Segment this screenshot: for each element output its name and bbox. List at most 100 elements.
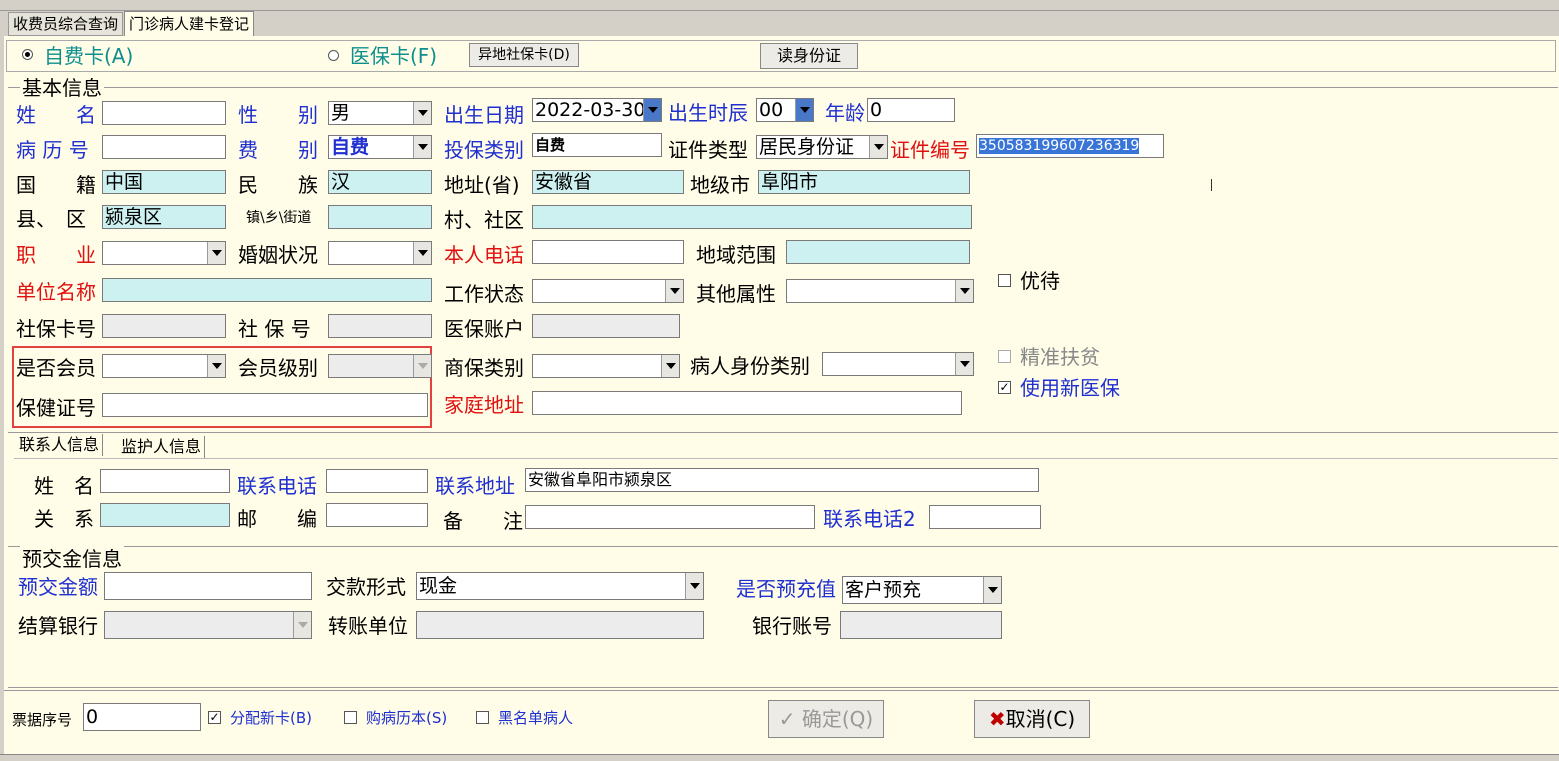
self-pay-label[interactable]: 自费卡(A): [44, 43, 133, 69]
health-cert-input[interactable]: [102, 393, 428, 417]
remote-social-card-button[interactable]: 异地社保卡(D): [469, 43, 579, 67]
chevron-down-icon[interactable]: [665, 280, 683, 302]
contact-addr-input[interactable]: 安徽省阜阳市颍泉区: [525, 468, 1039, 492]
patient-type-select[interactable]: [822, 352, 974, 376]
self-pay-radio[interactable]: [22, 49, 33, 60]
home-addr-input[interactable]: [532, 391, 962, 415]
city-input[interactable]: 阜阳市: [758, 170, 970, 194]
birth-date-picker[interactable]: 2022-03-30: [532, 98, 662, 122]
other-attr-select[interactable]: [786, 279, 974, 303]
new-insurance-label: 使用新医保: [1020, 376, 1120, 400]
home-addr-label: 家庭地址: [444, 393, 524, 417]
chevron-down-icon: [413, 355, 431, 377]
chevron-down-icon[interactable]: [643, 99, 661, 121]
contact-tabs-line: [8, 432, 1558, 433]
village-input[interactable]: [532, 205, 972, 229]
prepay-amount-input[interactable]: [104, 572, 312, 600]
id-no-input[interactable]: 350583199607236319: [976, 134, 1164, 158]
work-status-select[interactable]: [532, 279, 684, 303]
remark-input[interactable]: [525, 505, 815, 529]
nationality-input[interactable]: 中国: [102, 170, 226, 194]
postcode-label: 邮 编: [237, 507, 317, 531]
remark-label: 备 注: [443, 509, 523, 533]
gender-select[interactable]: 男: [328, 101, 432, 125]
chevron-down-icon[interactable]: [413, 242, 431, 264]
record-no-input[interactable]: [102, 135, 226, 159]
chevron-down-icon[interactable]: [685, 573, 703, 599]
preferential-label: 优待: [1020, 269, 1060, 293]
contact-phone-input[interactable]: [326, 469, 428, 493]
tab-guardian[interactable]: 监护人信息: [118, 436, 206, 458]
member-select[interactable]: [102, 354, 226, 378]
health-cert-label: 保健证号: [16, 396, 96, 420]
transfer-unit-label: 转账单位: [328, 614, 408, 638]
prepay-legend: 预交金信息: [20, 546, 124, 572]
medical-radio[interactable]: [328, 50, 339, 61]
commercial-select[interactable]: [532, 354, 680, 378]
company-input[interactable]: [102, 278, 432, 302]
cancel-button[interactable]: ✖取消(C): [974, 700, 1090, 738]
receipt-no-label: 票据序号: [12, 711, 73, 729]
contact-name-label: 姓 名: [34, 474, 94, 498]
buy-record-checkbox[interactable]: [344, 711, 357, 724]
birth-date-label: 出生日期: [444, 103, 524, 127]
bank-label: 结算银行: [18, 614, 98, 638]
marital-select[interactable]: [328, 241, 432, 265]
chevron-down-icon[interactable]: [983, 577, 1001, 603]
receipt-no-input[interactable]: 0: [83, 703, 201, 731]
insure-type-label: 投保类别: [444, 138, 524, 162]
insure-type-input[interactable]: 自费: [532, 133, 662, 157]
county-input[interactable]: 颍泉区: [102, 205, 226, 229]
county-label: 县、 区: [16, 207, 86, 231]
blacklist-checkbox[interactable]: [476, 711, 489, 724]
patient-type-label: 病人身份类别: [690, 354, 810, 378]
chevron-down-icon[interactable]: [955, 280, 973, 302]
chevron-down-icon[interactable]: [955, 353, 973, 375]
chevron-down-icon[interactable]: [413, 102, 431, 124]
medical-label[interactable]: 医保卡(F): [350, 43, 437, 69]
tab-outpatient-register[interactable]: 门诊病人建卡登记: [124, 11, 255, 36]
chevron-down-icon: [293, 612, 311, 638]
id-no-label: 证件编号: [890, 138, 970, 162]
prepay-amount-label: 预交金额: [18, 575, 98, 599]
chevron-down-icon[interactable]: [795, 99, 813, 121]
region-input[interactable]: [786, 240, 970, 264]
new-card-label: 分配新卡(B): [230, 709, 312, 727]
chevron-down-icon[interactable]: [869, 136, 887, 158]
postcode-input[interactable]: [326, 503, 428, 527]
name-input[interactable]: [102, 101, 226, 125]
cancel-button-label: 取消(C): [1005, 707, 1076, 731]
bank-select: [104, 611, 312, 639]
read-id-card-button[interactable]: 读身份证: [760, 43, 858, 69]
pay-form-select[interactable]: 现金: [416, 572, 704, 600]
new-card-checkbox[interactable]: ✓: [208, 711, 221, 724]
other-attr-label: 其他属性: [696, 282, 776, 306]
ethnic-input[interactable]: 汉: [328, 170, 432, 194]
occupation-select[interactable]: [102, 241, 226, 265]
chevron-down-icon[interactable]: [413, 136, 431, 158]
chevron-down-icon[interactable]: [207, 242, 225, 264]
id-type-select[interactable]: 居民身份证: [756, 135, 888, 159]
phone-input[interactable]: [532, 240, 684, 264]
contact-name-input[interactable]: [100, 469, 230, 493]
tab-fee-query[interactable]: 收费员综合查询: [8, 12, 124, 36]
precharge-select[interactable]: 客户预充: [842, 576, 1002, 604]
birth-hour-select[interactable]: 00: [756, 98, 814, 122]
medical-account-label: 医保账户: [444, 317, 524, 341]
bank-account-label: 银行账号: [752, 614, 832, 638]
province-input[interactable]: 安徽省: [532, 170, 684, 194]
chevron-down-icon[interactable]: [661, 355, 679, 377]
fee-type-select[interactable]: 自费: [328, 135, 432, 159]
chevron-down-icon[interactable]: [207, 355, 225, 377]
preferential-checkbox[interactable]: [998, 274, 1011, 287]
tab-contact[interactable]: 联系人信息: [16, 434, 104, 456]
relation-input[interactable]: [100, 503, 230, 527]
record-no-label: 病 历 号: [16, 138, 89, 162]
contact-phone2-input[interactable]: [929, 505, 1041, 529]
buy-record-label: 购病历本(S): [366, 709, 448, 727]
town-input[interactable]: [328, 205, 432, 229]
confirm-button: ✓ 确定(Q): [768, 700, 884, 738]
new-insurance-checkbox[interactable]: ✓: [998, 381, 1011, 394]
age-input[interactable]: 0: [867, 98, 955, 122]
relation-label: 关 系: [34, 507, 94, 531]
